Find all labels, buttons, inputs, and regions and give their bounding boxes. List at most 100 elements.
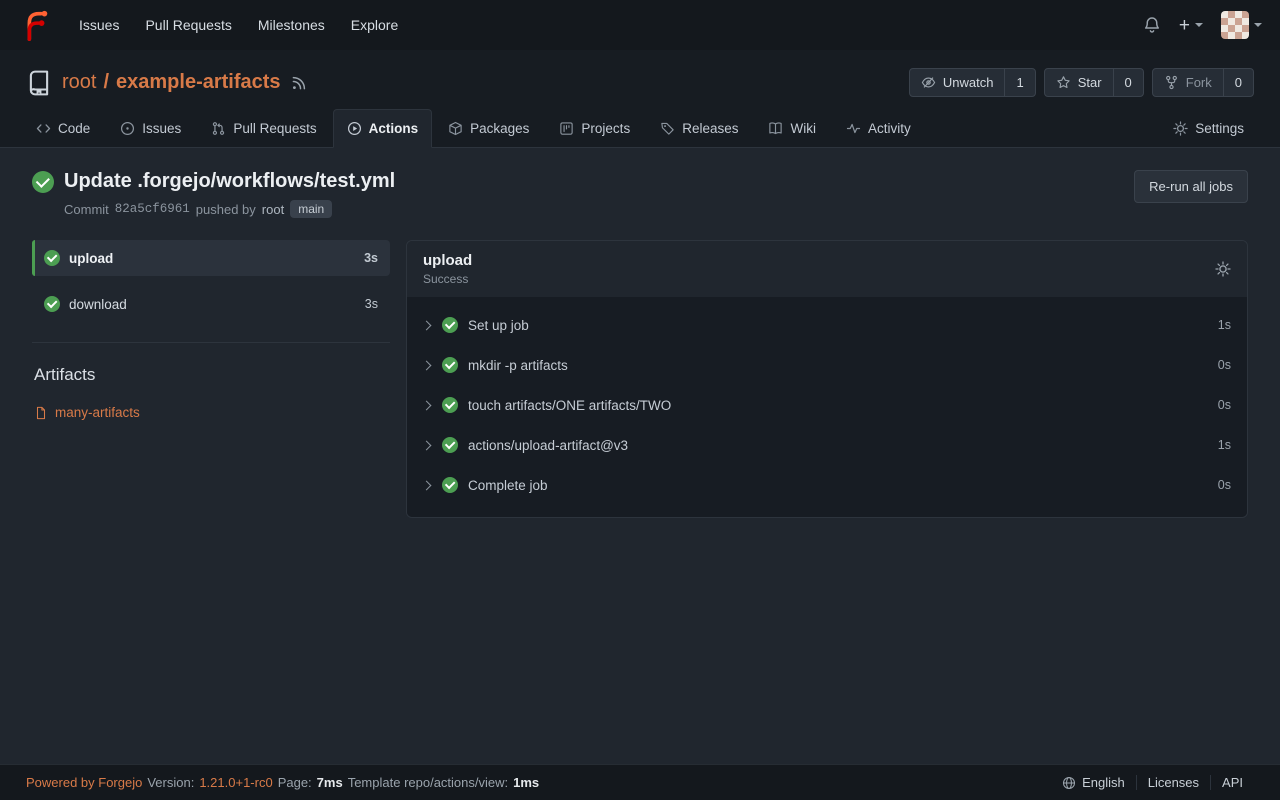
tab-pull-requests[interactable]: Pull Requests: [197, 109, 330, 148]
tab-label: Code: [58, 121, 90, 136]
fork-button[interactable]: Fork 0: [1152, 68, 1254, 97]
tab-label: Actions: [369, 121, 419, 136]
user-avatar: [1221, 11, 1249, 39]
step-row-mkdir[interactable]: mkdir -p artifacts 0s: [407, 345, 1247, 385]
commit-sha-link[interactable]: 82a5cf6961: [115, 202, 190, 216]
nav-item-issues[interactable]: Issues: [66, 9, 132, 41]
job-detail-status: Success: [423, 272, 472, 286]
nav-item-milestones[interactable]: Milestones: [245, 9, 338, 41]
code-icon: [36, 121, 51, 136]
step-row-complete-job[interactable]: Complete job 0s: [407, 465, 1247, 505]
run-success-check-icon: [32, 171, 54, 193]
job-duration: 3s: [364, 251, 378, 265]
version-link[interactable]: 1.21.0+1-rc0: [199, 775, 272, 790]
repo-tab-bar: Code Issues Pull Requests Actions Packag…: [0, 109, 1280, 148]
tab-issues[interactable]: Issues: [106, 109, 195, 148]
tab-label: Pull Requests: [233, 121, 316, 136]
job-item-download[interactable]: download 3s: [32, 286, 390, 322]
star-count[interactable]: 0: [1113, 69, 1143, 96]
artifact-name: many-artifacts: [55, 405, 140, 420]
step-name: Complete job: [468, 478, 548, 493]
watch-count[interactable]: 1: [1004, 69, 1034, 96]
tab-label: Projects: [581, 121, 630, 136]
step-row-upload-artifact[interactable]: actions/upload-artifact@v3 1s: [407, 425, 1247, 465]
step-duration: 1s: [1218, 318, 1231, 332]
tab-label: Activity: [868, 121, 911, 136]
globe-icon: [1062, 776, 1076, 790]
template-time-label: Template repo/actions/view:: [348, 775, 508, 790]
step-duration: 1s: [1218, 438, 1231, 452]
tab-projects[interactable]: Projects: [545, 109, 644, 148]
step-row-set-up-job[interactable]: Set up job 1s: [407, 305, 1247, 345]
chevron-right-icon: [422, 480, 432, 490]
fork-label: Fork: [1186, 75, 1212, 90]
sidebar-divider: [32, 342, 390, 343]
step-name: touch artifacts/ONE artifacts/TWO: [468, 398, 671, 413]
activity-icon: [846, 121, 861, 136]
step-row-touch[interactable]: touch artifacts/ONE artifacts/TWO 0s: [407, 385, 1247, 425]
repo-separator: /: [103, 71, 109, 94]
unwatch-label: Unwatch: [943, 75, 994, 90]
template-time-value: 1ms: [513, 775, 539, 790]
forgejo-logo[interactable]: [18, 8, 52, 42]
rss-icon[interactable]: [291, 75, 307, 91]
eye-slash-icon: [921, 75, 936, 90]
repo-header: root / example-artifacts: [0, 50, 1280, 148]
star-button[interactable]: Star 0: [1044, 68, 1144, 97]
plus-icon: +: [1179, 16, 1190, 35]
job-step-list: Set up job 1s mkdir -p artifacts 0s touc…: [407, 297, 1247, 517]
page-time-value: 7ms: [317, 775, 343, 790]
wiki-icon: [768, 121, 783, 136]
step-name: actions/upload-artifact@v3: [468, 438, 628, 453]
tab-label: Settings: [1195, 121, 1244, 136]
pushed-by-label: pushed by: [196, 202, 256, 217]
check-circle-icon: [442, 437, 458, 453]
star-icon: [1056, 75, 1071, 90]
branch-badge[interactable]: main: [290, 200, 332, 218]
run-commit-meta: Commit 82a5cf6961 pushed by root main: [64, 200, 395, 218]
page-footer: Powered by Forgejo Version: 1.21.0+1-rc0…: [0, 764, 1280, 800]
unwatch-button[interactable]: Unwatch 1: [909, 68, 1036, 97]
tab-releases[interactable]: Releases: [646, 109, 752, 148]
licenses-link[interactable]: Licenses: [1136, 775, 1210, 790]
tab-packages[interactable]: Packages: [434, 109, 543, 148]
tab-label: Packages: [470, 121, 529, 136]
user-menu-dropdown[interactable]: [1221, 11, 1262, 39]
page-time-label: Page:: [278, 775, 312, 790]
check-circle-icon: [44, 296, 60, 312]
chevron-right-icon: [422, 320, 432, 330]
artifact-link-many-artifacts[interactable]: many-artifacts: [34, 405, 390, 420]
check-circle-icon: [442, 477, 458, 493]
actions-icon: [347, 121, 362, 136]
language-selector[interactable]: English: [1051, 775, 1136, 790]
job-name: download: [69, 297, 127, 312]
tab-activity[interactable]: Activity: [832, 109, 925, 148]
step-duration: 0s: [1218, 478, 1231, 492]
powered-by-link[interactable]: Powered by Forgejo: [26, 775, 142, 790]
tab-wiki[interactable]: Wiki: [754, 109, 830, 148]
check-circle-icon: [442, 397, 458, 413]
tab-actions[interactable]: Actions: [333, 109, 433, 148]
rerun-all-jobs-button[interactable]: Re-run all jobs: [1134, 170, 1248, 203]
tab-label: Issues: [142, 121, 181, 136]
api-link[interactable]: API: [1210, 775, 1254, 790]
commit-author-link[interactable]: root: [262, 202, 284, 217]
chevron-right-icon: [422, 360, 432, 370]
bell-icon[interactable]: [1143, 16, 1161, 34]
create-new-dropdown[interactable]: +: [1179, 16, 1203, 35]
repo-name-link[interactable]: example-artifacts: [116, 71, 281, 94]
job-sidebar: upload 3s download 3s Artifacts many-art…: [32, 240, 390, 420]
tab-code[interactable]: Code: [22, 109, 104, 148]
nav-item-explore[interactable]: Explore: [338, 9, 411, 41]
run-title: Update .forgejo/workflows/test.yml: [64, 170, 395, 193]
packages-icon: [448, 121, 463, 136]
fork-count[interactable]: 0: [1223, 69, 1253, 96]
job-item-upload[interactable]: upload 3s: [32, 240, 390, 276]
gear-icon[interactable]: [1215, 261, 1231, 277]
nav-item-pull-requests[interactable]: Pull Requests: [132, 9, 244, 41]
tab-settings[interactable]: Settings: [1159, 109, 1258, 148]
repo-owner-link[interactable]: root: [62, 71, 96, 94]
language-label: English: [1082, 775, 1125, 790]
job-name: upload: [69, 251, 113, 266]
chevron-right-icon: [422, 400, 432, 410]
